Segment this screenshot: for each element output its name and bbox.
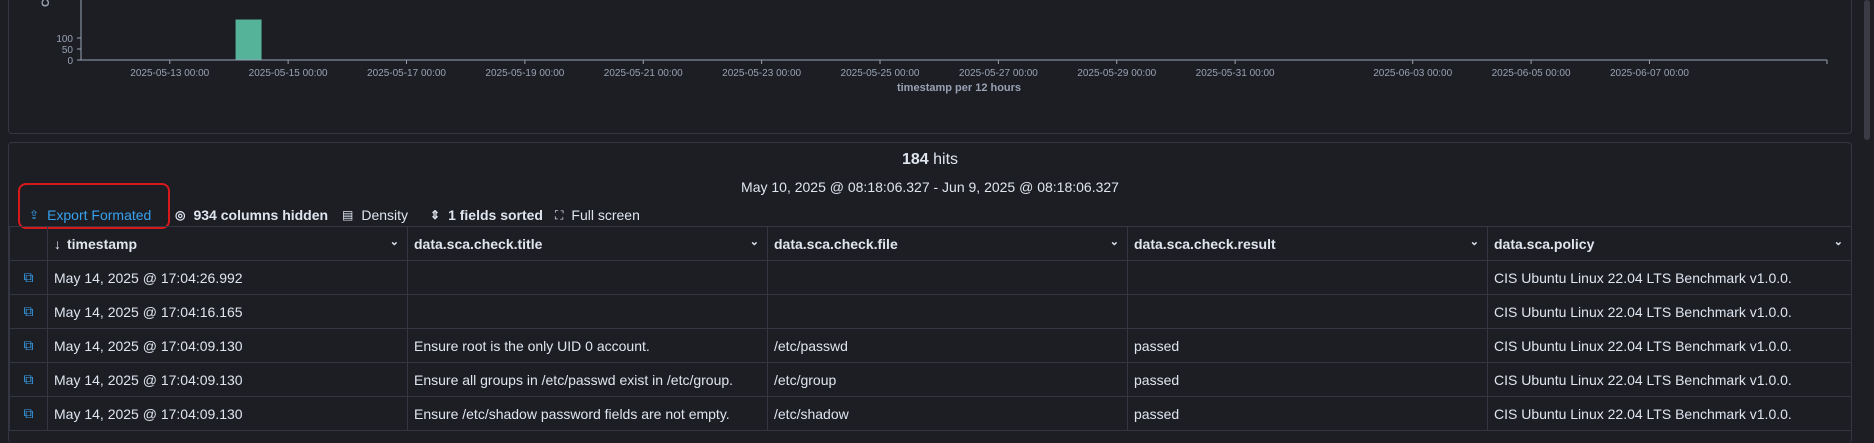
- cell-check-result: [1127, 294, 1488, 329]
- chevron-down-icon[interactable]: ⌄: [1110, 235, 1119, 248]
- cell-check-file: /etc/passwd: [767, 328, 1128, 363]
- hits-label: hits: [933, 151, 959, 168]
- cell-timestamp: May 14, 2025 @ 17:04:09.130: [47, 396, 408, 431]
- fullscreen-label: Full screen: [571, 207, 640, 223]
- chevron-down-icon[interactable]: ⌄: [750, 235, 759, 248]
- table-header-row: ↓ timestamp ⌄ data.sca.check.title ⌄ data…: [9, 226, 1852, 261]
- cell-policy: CIS Ubuntu Linux 22.04 LTS Benchmark v1.…: [1487, 396, 1852, 431]
- column-header-check-file[interactable]: data.sca.check.file ⌄: [767, 226, 1128, 261]
- x-tick-label: 2025-06-07 00:00: [1610, 68, 1689, 79]
- x-tick-label: 2025-05-13 00:00: [130, 68, 209, 79]
- cell-check-result: passed: [1127, 328, 1488, 363]
- columns-hidden-label: 934 columns hidden: [193, 207, 329, 223]
- cell-timestamp: May 14, 2025 @ 17:04:16.165: [47, 294, 408, 329]
- vertical-scrollbar[interactable]: [1864, 0, 1870, 140]
- density-label: Density: [361, 207, 409, 223]
- x-tick-label: 2025-06-05 00:00: [1492, 68, 1571, 79]
- x-tick-label: 2025-05-19 00:00: [485, 68, 564, 79]
- x-tick-label: 2025-05-21 00:00: [604, 68, 683, 79]
- cell-policy: CIS Ubuntu Linux 22.04 LTS Benchmark v1.…: [1487, 294, 1852, 329]
- cell-check-result: [1127, 260, 1488, 295]
- y-tick-label: 0: [67, 56, 73, 67]
- cell-check-title: [407, 260, 768, 295]
- x-tick-label: 2025-05-27 00:00: [959, 68, 1038, 79]
- x-tick-label: 2025-05-31 00:00: [1196, 68, 1275, 79]
- y-axis-label: Co: [40, 0, 52, 7]
- cell-timestamp: May 14, 2025 @ 17:04:09.130: [47, 328, 408, 363]
- table-density-icon: ▤: [342, 208, 354, 222]
- inspect-document-icon[interactable]: ⧉: [9, 260, 48, 295]
- fields-sorted-button[interactable]: ⇕ 1 fields sorted: [430, 205, 543, 225]
- expand-column-header: [9, 226, 48, 261]
- cell-check-file: [767, 260, 1128, 295]
- hits-summary: 184 hits: [9, 151, 1851, 169]
- histogram-panel: Co 100500 2025-05-13 00:00 2025-05-15 00:00…: [8, 0, 1852, 134]
- cell-check-title: [407, 294, 768, 329]
- chevron-down-icon[interactable]: ⌄: [1834, 235, 1843, 248]
- cell-policy: CIS Ubuntu Linux 22.04 LTS Benchmark v1.…: [1487, 328, 1852, 363]
- sort-down-icon: ↓: [54, 235, 61, 252]
- density-button[interactable]: ▤ Density: [342, 205, 408, 225]
- x-tick-label: 2025-05-15 00:00: [249, 68, 328, 79]
- full-screen-button[interactable]: ⛶ Full screen: [555, 205, 640, 225]
- histogram-bar: [235, 19, 262, 60]
- export-highlight-box: [18, 183, 170, 229]
- column-header-policy[interactable]: data.sca.policy ⌄: [1487, 226, 1852, 261]
- sorted-label: 1 fields sorted: [448, 207, 543, 223]
- cell-check-file: [767, 294, 1128, 329]
- inspect-document-icon[interactable]: ⧉: [9, 328, 48, 363]
- cell-policy: CIS Ubuntu Linux 22.04 LTS Benchmark v1.…: [1487, 362, 1852, 397]
- column-header-check-result[interactable]: data.sca.check.result ⌄: [1127, 226, 1488, 261]
- x-tick-label: 2025-05-25 00:00: [841, 68, 920, 79]
- eye-closed-icon: ◎: [175, 208, 186, 222]
- table-row: ⧉ May 14, 2025 @ 17:04:09.130 Ensure all…: [9, 362, 1852, 397]
- table-row: ⧉ May 14, 2025 @ 17:04:16.165 CIS Ubuntu…: [9, 294, 1852, 329]
- cell-check-file: /etc/group: [767, 362, 1128, 397]
- chevron-down-icon[interactable]: ⌄: [390, 235, 399, 248]
- results-panel: 184 hits May 10, 2025 @ 08:18:06.327 - J…: [8, 142, 1852, 443]
- results-table: ↓ timestamp ⌄ data.sca.check.title ⌄ data…: [9, 226, 1852, 431]
- fullscreen-icon: ⛶: [555, 207, 564, 222]
- x-tick-label: 2025-06-03 00:00: [1373, 68, 1452, 79]
- cell-check-result: passed: [1127, 362, 1488, 397]
- inspect-document-icon[interactable]: ⧉: [9, 396, 48, 431]
- histogram-chart: Co 100500 2025-05-13 00:00 2025-05-15 00:00…: [40, 0, 1828, 94]
- x-tick-label: 2025-05-17 00:00: [367, 68, 446, 79]
- inspect-document-icon[interactable]: ⧉: [9, 294, 48, 329]
- table-row: ⧉ May 14, 2025 @ 17:04:26.992 CIS Ubuntu…: [9, 260, 1852, 295]
- y-tick-label: 100: [56, 34, 73, 45]
- inspect-document-icon[interactable]: ⧉: [9, 362, 48, 397]
- hits-count: 184: [901, 151, 929, 168]
- column-header-check-title[interactable]: data.sca.check.title ⌄: [407, 226, 768, 261]
- sort-icon: ⇕: [430, 208, 441, 222]
- cell-check-title: Ensure all groups in /etc/passwd exist i…: [407, 362, 768, 397]
- cell-policy: CIS Ubuntu Linux 22.04 LTS Benchmark v1.…: [1487, 260, 1852, 295]
- columns-hidden-button[interactable]: ◎ 934 columns hidden: [175, 205, 328, 225]
- cell-timestamp: May 14, 2025 @ 17:04:09.130: [47, 362, 408, 397]
- cell-timestamp: May 14, 2025 @ 17:04:26.992: [47, 260, 408, 295]
- table-row: ⧉ May 14, 2025 @ 17:04:09.130 Ensure /et…: [9, 396, 1852, 431]
- x-axis-label: timestamp per 12 hours: [897, 82, 1021, 94]
- cell-check-title: Ensure /etc/shadow password fields are n…: [407, 396, 768, 431]
- table-row: ⧉ May 14, 2025 @ 17:04:09.130 Ensure roo…: [9, 328, 1852, 363]
- column-header-timestamp[interactable]: ↓ timestamp ⌄: [47, 226, 408, 261]
- cell-check-result: passed: [1127, 396, 1488, 431]
- x-tick-label: 2025-05-29 00:00: [1077, 68, 1156, 79]
- cell-check-file: /etc/shadow: [767, 396, 1128, 431]
- y-tick-label: 50: [62, 45, 74, 56]
- chevron-down-icon[interactable]: ⌄: [1470, 235, 1479, 248]
- x-tick-label: 2025-05-23 00:00: [722, 68, 801, 79]
- cell-check-title: Ensure root is the only UID 0 account.: [407, 328, 768, 363]
